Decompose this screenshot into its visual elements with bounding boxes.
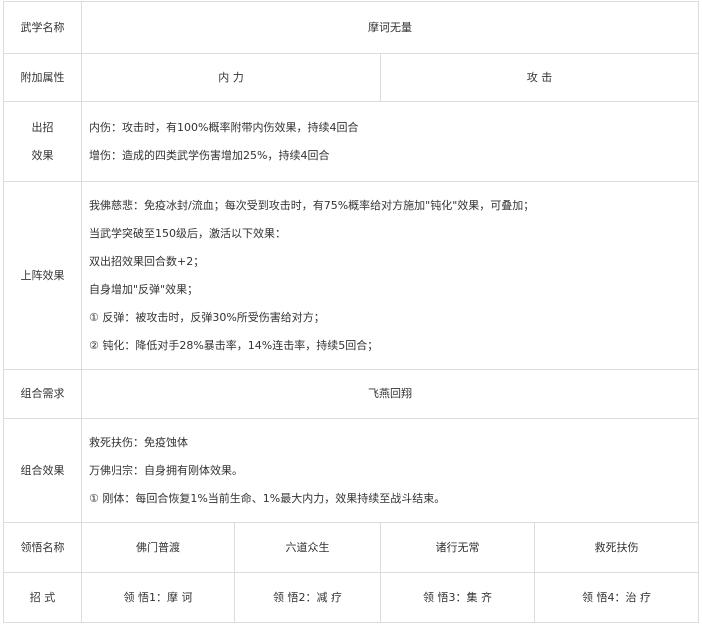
row-move-effect: 出招 效果 内伤：攻击时，有100%概率附带内伤效果，持续4回合 增伤：造成的四… xyxy=(3,101,699,182)
label-skill-name: 武学名称 xyxy=(3,1,82,54)
comprehend-name-1: 佛门普渡 xyxy=(81,522,235,573)
combo-line: ① 刚体：每回合恢复1%当前生命、1%最大内力，效果持续至战斗结束。 xyxy=(89,491,446,505)
label-move-effect-line1: 出招 xyxy=(31,120,54,134)
label-combo-effect: 组合效果 xyxy=(3,418,82,523)
combo-effect-content: 救死扶伤：免疫蚀体 万佛归宗：自身拥有刚体效果。 ① 刚体：每回合恢复1%当前生… xyxy=(81,418,699,523)
row-comprehend-names: 领悟名称 佛门普渡 六道众生 诸行无常 救死扶伤 xyxy=(3,522,699,573)
comprehend-name-3: 诸行无常 xyxy=(380,522,535,573)
label-combo-requirement: 组合需求 xyxy=(3,369,82,419)
label-move-effect-line2: 效果 xyxy=(31,148,54,162)
label-attributes: 附加属性 xyxy=(3,53,82,102)
row-attributes: 附加属性 内 力 攻 击 xyxy=(3,53,699,102)
comprehend-name-2: 六道众生 xyxy=(234,522,381,573)
page: 武学名称 摩诃无量 附加属性 内 力 攻 击 出招 效果 内伤：攻击时，有100… xyxy=(0,0,702,628)
value-skill-name: 摩诃无量 xyxy=(81,1,699,54)
move-2: 领 悟2：减 疗 xyxy=(234,572,381,623)
combo-line: 万佛归宗：自身拥有刚体效果。 xyxy=(89,463,243,477)
move-3: 领 悟3：集 齐 xyxy=(380,572,535,623)
battle-effect-content: 我佛慈悲：免疫冰封/流血；每次受到攻击时，有75%概率给对方施加"钝化"效果，可… xyxy=(81,181,699,370)
label-battle-effect: 上阵效果 xyxy=(3,181,82,370)
battle-line: ② 钝化：降低对手28%暴击率，14%连击率，持续5回合； xyxy=(89,338,379,352)
battle-line: 双出招效果回合数+2； xyxy=(89,254,205,268)
move-4: 领 悟4：治 疗 xyxy=(534,572,699,623)
comprehend-name-4: 救死扶伤 xyxy=(534,522,699,573)
effect-line: 增伤：造成的四类武学伤害增加25%，持续4回合 xyxy=(89,148,330,162)
combo-line: 救死扶伤：免疫蚀体 xyxy=(89,435,188,449)
battle-line: 我佛慈悲：免疫冰封/流血；每次受到攻击时，有75%概率给对方施加"钝化"效果，可… xyxy=(89,198,535,212)
move-1: 领 悟1：摩 诃 xyxy=(81,572,235,623)
row-moves: 招 式 领 悟1：摩 诃 领 悟2：减 疗 领 悟3：集 齐 领 悟4：治 疗 xyxy=(3,572,699,623)
battle-line: 自身增加"反弹"效果； xyxy=(89,282,199,296)
row-battle-effect: 上阵效果 我佛慈悲：免疫冰封/流血；每次受到攻击时，有75%概率给对方施加"钝化… xyxy=(3,181,699,370)
attribute-internal: 内 力 xyxy=(81,53,381,102)
label-moves: 招 式 xyxy=(3,572,82,623)
row-combo-effect: 组合效果 救死扶伤：免疫蚀体 万佛归宗：自身拥有刚体效果。 ① 刚体：每回合恢复… xyxy=(3,418,699,523)
battle-line: 当武学突破至150级后，激活以下效果： xyxy=(89,226,286,240)
label-comprehend-names: 领悟名称 xyxy=(3,522,82,573)
attribute-attack: 攻 击 xyxy=(380,53,699,102)
effect-line: 内伤：攻击时，有100%概率附带内伤效果，持续4回合 xyxy=(89,120,359,134)
row-skill-name: 武学名称 摩诃无量 xyxy=(3,1,699,54)
row-combo-requirement: 组合需求 飞燕回翔 xyxy=(3,369,699,419)
label-move-effect: 出招 效果 xyxy=(3,101,82,182)
skill-info-table: 武学名称 摩诃无量 附加属性 内 力 攻 击 出招 效果 内伤：攻击时，有100… xyxy=(3,1,699,623)
value-combo-requirement: 飞燕回翔 xyxy=(81,369,699,419)
battle-line: ① 反弹：被攻击时，反弹30%所受伤害给对方； xyxy=(89,310,325,324)
move-effect-content: 内伤：攻击时，有100%概率附带内伤效果，持续4回合 增伤：造成的四类武学伤害增… xyxy=(81,101,699,182)
